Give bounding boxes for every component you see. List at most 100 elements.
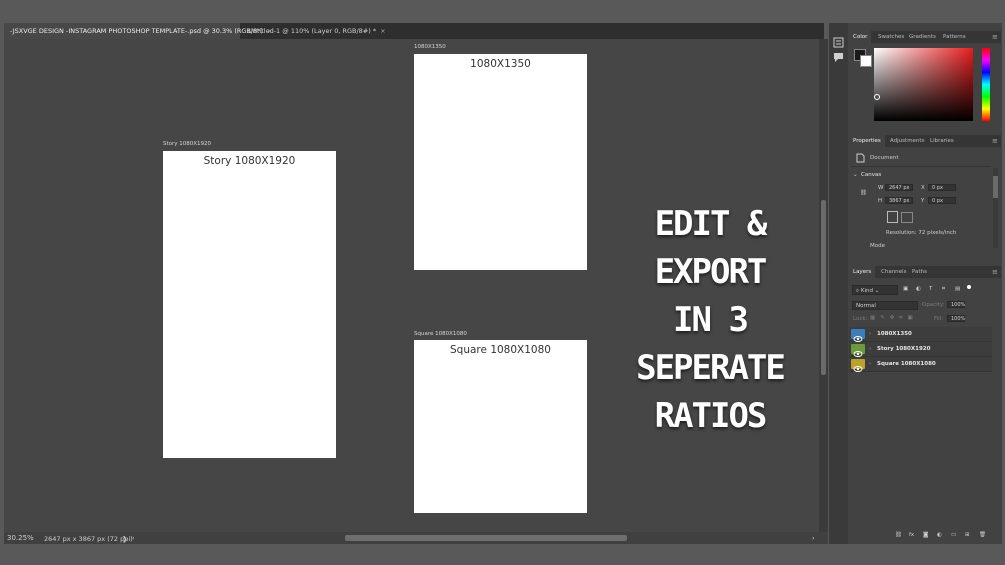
tab-channels[interactable]: Channels [877, 266, 910, 278]
status-menu-arrow-icon[interactable]: ❯ [122, 535, 127, 543]
panel-icon-strip [829, 23, 848, 544]
shape-filter-icon[interactable]: ⌗ [942, 286, 945, 293]
tab-color[interactable]: Color [849, 31, 872, 43]
document-tab-bar: -JSXVGE DESIGN -INSTAGRAM PHOTOSHOP TEMP… [4, 23, 824, 39]
tab-patterns[interactable]: Patterns [939, 31, 970, 43]
layer-name: Story 1080X1920 [877, 346, 931, 352]
vertical-scroll-thumb[interactable] [821, 200, 826, 375]
zoom-level[interactable]: 30.25% [7, 534, 34, 542]
document-icon [856, 153, 865, 163]
layer-style-icon[interactable]: fx [909, 532, 914, 538]
artboard-title: Square 1080X1080 [450, 344, 551, 356]
layer-filter-kind[interactable]: ⌕ Kind ⌄ [852, 285, 898, 295]
link-icon[interactable]: ⛓ [860, 190, 867, 196]
pixel-filter-icon[interactable]: ▣ [903, 286, 908, 292]
artboard-label-portrait[interactable]: 1080X1350 [414, 44, 446, 50]
tab-paths[interactable]: Paths [908, 266, 931, 278]
height-label: H [878, 198, 883, 204]
tab-gradients[interactable]: Gradients [905, 31, 940, 43]
resolution-text: Resolution: 72 pixels/inch [886, 230, 957, 236]
new-layer-icon[interactable]: ⊞ [965, 532, 970, 538]
tab-label: Untitled-1 @ 110% (Layer 0, RGB/8#) * [248, 27, 377, 35]
blend-mode-select[interactable]: Normal [852, 301, 918, 310]
layer-filter-icons: ▣ ◐ T ⌗ ▤ [903, 286, 973, 294]
x-label: X [921, 185, 925, 191]
divider [851, 166, 991, 167]
scroll-right-icon[interactable]: › [812, 534, 815, 542]
layer-name: 1080X1350 [877, 331, 912, 337]
artboard-square[interactable]: Square 1080X1080 [414, 340, 587, 513]
lock-label: Lock: [853, 316, 868, 322]
link-layers-icon[interactable]: ⛓ [895, 532, 902, 538]
tab-properties[interactable]: Properties [849, 135, 885, 147]
expand-chevron-icon[interactable]: › [869, 357, 871, 371]
visibility-eye-icon[interactable] [851, 359, 865, 372]
tab-instagram-template[interactable]: -JSXVGE DESIGN -INSTAGRAM PHOTOSHOP TEMP… [4, 23, 272, 39]
type-filter-icon[interactable]: T [929, 286, 932, 292]
tab-layers[interactable]: Layers [849, 266, 876, 278]
layer-row[interactable]: › Story 1080X1920 [849, 342, 992, 357]
comment-icon[interactable] [833, 52, 844, 63]
background-color-swatch[interactable] [860, 55, 872, 67]
history-icon[interactable] [833, 37, 844, 48]
expand-chevron-icon[interactable]: › [869, 327, 871, 341]
overlay-line-1: EDIT & EXPORT [654, 204, 768, 292]
filter-toggle-icon[interactable] [967, 285, 971, 289]
canvas-chevron-icon[interactable]: ⌄ [853, 172, 858, 178]
add-mask-icon[interactable]: ◙ [923, 532, 928, 538]
tab-swatches[interactable]: Swatches [874, 31, 908, 43]
color-picker-cursor[interactable] [874, 94, 880, 100]
scroll-left-icon[interactable]: ‹ [132, 534, 135, 542]
y-field[interactable]: 0 px [928, 197, 956, 204]
smart-object-filter-icon[interactable]: ▤ [955, 286, 960, 292]
horizontal-scroll-thumb[interactable] [345, 535, 627, 541]
opacity-field[interactable]: 100% [947, 301, 965, 308]
tab-adjustments[interactable]: Adjustments [886, 135, 928, 147]
properties-scroll-thumb[interactable] [993, 176, 998, 198]
artboard-label-story[interactable]: Story 1080X1920 [163, 141, 211, 147]
width-field[interactable]: 2647 px [885, 184, 913, 191]
search-icon: ⌕ [856, 288, 860, 294]
visibility-eye-icon[interactable] [851, 344, 865, 357]
delete-layer-icon[interactable]: 🗑 [979, 532, 986, 538]
width-label: W [878, 185, 884, 191]
layers-panel-header: Layers Channels Paths ≡ [849, 266, 1001, 278]
layer-row[interactable]: › Square 1080X1080 [849, 357, 992, 372]
layer-row[interactable]: › 1080X1350 [849, 327, 992, 342]
document-info: 2647 px x 3867 px (72 ppi) [44, 535, 133, 543]
fill-field[interactable]: 100% [947, 315, 965, 322]
y-label: Y [921, 198, 925, 204]
tab-libraries[interactable]: Libraries [926, 135, 958, 147]
artboard-label-square[interactable]: Square 1080X1080 [414, 331, 467, 337]
visibility-eye-icon[interactable] [851, 329, 865, 342]
fill-label: Fill: [934, 316, 944, 322]
lock-icons[interactable]: ▦✎✥⌗▣ [870, 315, 918, 322]
panel-menu-icon[interactable]: ≡ [992, 31, 998, 43]
artboard-portrait[interactable]: 1080X1350 [414, 54, 587, 270]
color-picker-field[interactable] [874, 48, 973, 121]
height-field[interactable]: 3867 px [885, 197, 913, 204]
hue-slider[interactable] [982, 48, 990, 121]
tab-close-icon[interactable]: × [380, 27, 385, 35]
tab-untitled-1[interactable]: Untitled-1 @ 110% (Layer 0, RGB/8#) * × [242, 23, 386, 39]
properties-panel-header: Properties Adjustments Libraries ≡ [849, 135, 1001, 147]
artboard-story[interactable]: Story 1080X1920 [163, 151, 336, 458]
landscape-orientation-icon[interactable] [901, 212, 913, 223]
panel-menu-icon[interactable]: ≡ [992, 266, 998, 278]
color-panel-header: Color Swatches Gradients Patterns ≡ [849, 31, 1001, 43]
x-field[interactable]: 0 px [928, 184, 956, 191]
opacity-label: Opacity: [922, 302, 945, 308]
layer-name: Square 1080X1080 [877, 361, 936, 367]
adjustment-filter-icon[interactable]: ◐ [916, 286, 921, 292]
new-group-icon[interactable]: ▭ [951, 532, 956, 538]
artboard-title: Story 1080X1920 [203, 155, 296, 167]
mode-label: Mode [870, 243, 885, 249]
panel-menu-icon[interactable]: ≡ [992, 135, 998, 147]
layers-bottom-toolbar: ⛓ fx ◙ ◐ ▭ ⊞ 🗑 [849, 530, 1001, 542]
kind-label: Kind [860, 288, 873, 294]
portrait-orientation-icon[interactable] [887, 211, 898, 223]
expand-chevron-icon[interactable]: › [869, 342, 871, 356]
document-label: Document [870, 155, 899, 161]
adjustment-layer-icon[interactable]: ◐ [937, 532, 942, 538]
overlay-line-3: RATIOS [654, 396, 768, 436]
